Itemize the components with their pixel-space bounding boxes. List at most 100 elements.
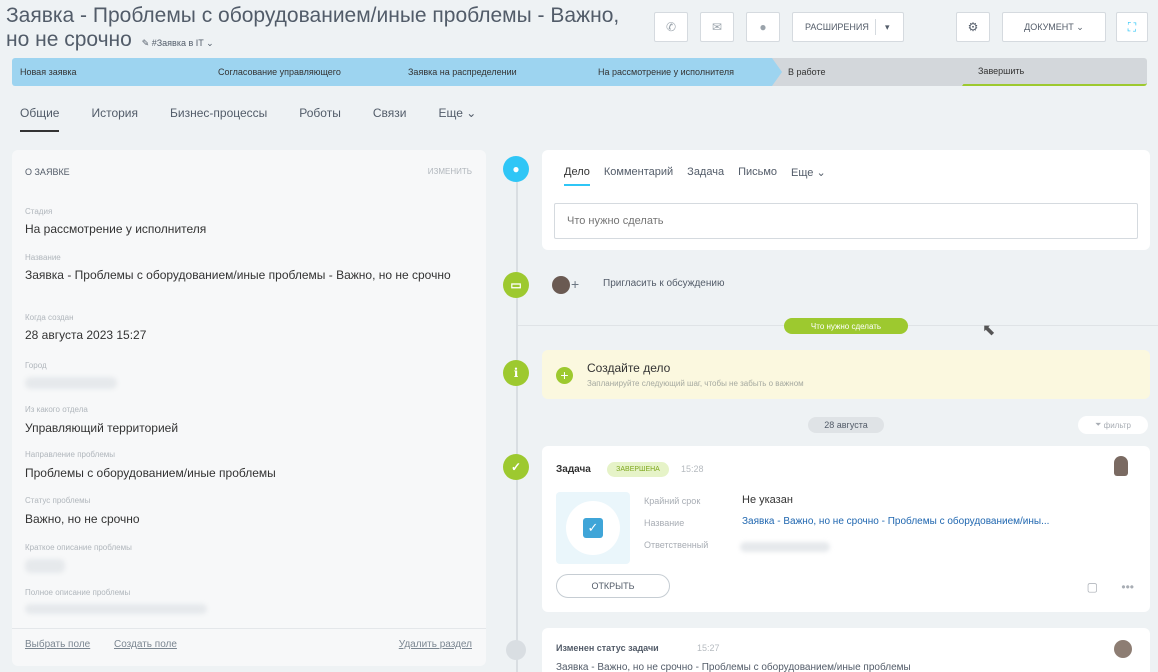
field-value: Важно, но не срочно bbox=[25, 512, 140, 526]
tab-history[interactable]: История bbox=[91, 100, 138, 126]
extensions-label: РАСШИРЕНИЯ bbox=[805, 22, 869, 32]
phone-button[interactable]: ✆ bbox=[654, 12, 688, 42]
tab-comment[interactable]: Комментарий bbox=[604, 166, 673, 186]
stage-arrow bbox=[962, 58, 972, 86]
stage-1[interactable]: Согласование управляющего bbox=[202, 58, 402, 86]
responsible-label: Ответственный bbox=[644, 540, 709, 550]
stage-2[interactable]: Заявка на распределении bbox=[392, 58, 592, 86]
avatar bbox=[552, 276, 570, 294]
tab-deal[interactable]: Дело bbox=[564, 166, 590, 186]
tab-business-processes[interactable]: Бизнес-процессы bbox=[170, 100, 267, 126]
stage-5[interactable]: Завершить bbox=[962, 58, 1147, 86]
stage-arrow bbox=[582, 58, 592, 86]
timeline-line bbox=[516, 160, 518, 672]
create-field-link[interactable]: Создать поле bbox=[114, 639, 177, 650]
filter-button[interactable]: ⏷ фильтр bbox=[1078, 416, 1148, 434]
stage-3[interactable]: На рассмотрение у исполнителя bbox=[582, 58, 782, 86]
field-label: Краткое описание проблемы bbox=[25, 543, 132, 552]
status-change-time: 15:27 bbox=[697, 643, 720, 653]
category-link[interactable]: ✎ #Заявка в IT ⌄ bbox=[142, 38, 214, 48]
deadline-value: Не указан bbox=[742, 494, 793, 506]
stage-label: Завершить bbox=[978, 66, 1025, 76]
stage-4[interactable]: В работе bbox=[772, 58, 972, 86]
field-label: Когда создан bbox=[25, 313, 74, 322]
stage-label: Заявка на распределении bbox=[408, 67, 517, 77]
stage-bar: Новая заявка Согласование управляющего Зая… bbox=[12, 58, 1147, 86]
chevron-down-icon: ▾ bbox=[885, 21, 890, 32]
status-change-card: Изменен статус задачи 15:27 Заявка - Важ… bbox=[542, 628, 1150, 672]
field-label: Из какого отдела bbox=[25, 405, 88, 414]
edit-link[interactable]: изменить bbox=[428, 167, 472, 176]
document-button[interactable]: ДОКУМЕНТ ⌄ bbox=[1002, 12, 1106, 42]
history-icon bbox=[506, 640, 526, 660]
tab-general[interactable]: Общие bbox=[20, 100, 60, 132]
field-value: Заявка - Проблемы с оборудованием/иные п… bbox=[25, 268, 451, 282]
chat-button[interactable]: ● bbox=[746, 12, 780, 42]
more-icon[interactable]: ••• bbox=[1121, 580, 1134, 594]
status-change-text: Заявка - Важно, но не срочно - Проблемы … bbox=[556, 662, 911, 672]
mail-button[interactable]: ✉ bbox=[700, 12, 734, 42]
stage-label: На рассмотрение у исполнителя bbox=[598, 67, 734, 77]
stage-arrow bbox=[772, 58, 782, 86]
task-card: Задача завершена 15:28 ✓ Крайний срок Не… bbox=[542, 446, 1150, 612]
stage-0[interactable]: Новая заявка bbox=[12, 58, 212, 86]
select-field-link[interactable]: Выбрать поле bbox=[25, 639, 90, 650]
stage-arrow bbox=[392, 58, 402, 86]
activity-editor: Дело Комментарий Задача Письмо Еще ⌄ bbox=[542, 150, 1150, 250]
tab-links[interactable]: Связи bbox=[373, 100, 407, 126]
stage-label: Новая заявка bbox=[20, 67, 77, 77]
invite-link[interactable]: Пригласить к обсуждению bbox=[603, 278, 724, 289]
mail-icon: ✉ bbox=[711, 20, 723, 34]
chat-bubble-icon: ● bbox=[503, 156, 529, 182]
stage-arrow bbox=[202, 58, 212, 86]
extensions-button[interactable]: РАСШИРЕНИЯ ▾ bbox=[792, 12, 904, 42]
task-title: Задача bbox=[556, 464, 591, 475]
field-label: Статус проблемы bbox=[25, 496, 91, 505]
gear-icon: ⚙ bbox=[967, 20, 979, 34]
tab-task[interactable]: Задача bbox=[687, 166, 724, 186]
create-deal-title: Создайте дело bbox=[587, 361, 671, 375]
todo-pill: Что нужно сделать bbox=[784, 318, 908, 334]
stage-label: Согласование управляющего bbox=[218, 67, 341, 77]
tab-more-feed[interactable]: Еще ⌄ bbox=[791, 166, 826, 186]
check-icon: ✓ bbox=[503, 454, 529, 480]
panel-header: О ЗАЯВКЕ bbox=[25, 167, 70, 177]
field-label: Направление проблемы bbox=[25, 450, 116, 459]
detail-tabs: Общие История Бизнес-процессы Роботы Свя… bbox=[20, 100, 508, 132]
blurred-value bbox=[25, 559, 65, 573]
expand-icon: ⛶ bbox=[1127, 19, 1137, 34]
delete-section-link[interactable]: Удалить раздел bbox=[399, 639, 472, 650]
field-label: Полное описание проблемы bbox=[25, 588, 131, 597]
avatar bbox=[1114, 456, 1128, 476]
page-title-text: Заявка - Проблемы с оборудованием/иные п… bbox=[6, 4, 620, 51]
stage-label: В работе bbox=[788, 67, 826, 77]
plus-icon[interactable]: + bbox=[571, 276, 579, 292]
blurred-value bbox=[25, 377, 117, 389]
task-name-link[interactable]: Заявка - Важно, но не срочно - Проблемы … bbox=[742, 516, 1049, 527]
status-badge: завершена bbox=[607, 462, 669, 477]
document-label: ДОКУМЕНТ bbox=[1024, 22, 1074, 32]
fullscreen-button[interactable]: ⛶ bbox=[1116, 12, 1148, 42]
field-value: 28 августа 2023 15:27 bbox=[25, 328, 147, 342]
blurred-value bbox=[740, 542, 830, 552]
name-label: Название bbox=[644, 518, 685, 528]
field-label: Название bbox=[25, 253, 61, 262]
phone-icon: ✆ bbox=[665, 20, 677, 34]
settings-button[interactable]: ⚙ bbox=[956, 12, 990, 42]
avatar bbox=[1114, 640, 1132, 658]
note-icon[interactable]: ▢ bbox=[1087, 580, 1098, 594]
field-label: Город bbox=[25, 361, 47, 370]
tab-more[interactable]: Еще ⌄ bbox=[438, 100, 476, 126]
tab-letter[interactable]: Письмо bbox=[738, 166, 777, 186]
create-deal-subtitle: Запланируйте следующий шаг, чтобы не заб… bbox=[587, 379, 804, 388]
todo-input[interactable] bbox=[554, 203, 1138, 239]
create-deal-card[interactable]: + Создайте дело Запланируйте следующий ш… bbox=[542, 350, 1150, 399]
chat-icon: ● bbox=[759, 20, 767, 34]
deadline-label: Крайний срок bbox=[644, 496, 701, 506]
tab-robots[interactable]: Роботы bbox=[299, 100, 341, 126]
blurred-value bbox=[25, 604, 207, 614]
add-icon: + bbox=[556, 367, 573, 384]
category-label: Заявка в IT bbox=[156, 38, 204, 48]
open-button[interactable]: ОТКРЫТЬ bbox=[556, 574, 670, 598]
task-time: 15:28 bbox=[681, 464, 704, 474]
